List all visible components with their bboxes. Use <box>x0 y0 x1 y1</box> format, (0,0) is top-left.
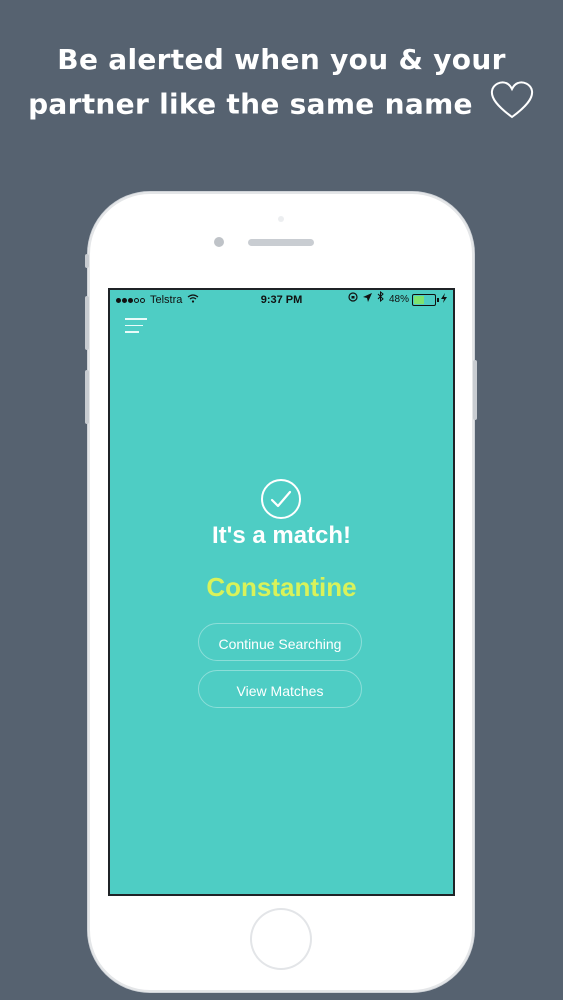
front-camera <box>214 237 224 247</box>
home-button[interactable] <box>250 908 312 970</box>
menu-icon[interactable] <box>125 318 149 338</box>
battery-percent: 48% <box>388 294 409 305</box>
matched-name: Constantine <box>206 572 357 602</box>
volume-up-button <box>85 296 89 350</box>
sensor <box>278 216 284 222</box>
headline-line-1: Be alerted when you & your <box>57 43 506 76</box>
bluetooth-icon <box>377 290 384 310</box>
check-circle-icon <box>260 478 302 525</box>
location-arrow-icon <box>362 290 372 310</box>
volume-down-button <box>85 370 89 424</box>
charging-icon <box>441 290 447 310</box>
side-button <box>85 254 89 268</box>
match-title: It's a match! <box>211 522 352 549</box>
view-matches-button[interactable]: View Matches <box>198 670 362 708</box>
heart-icon <box>489 80 535 131</box>
status-bar: Telstra 9:37 PM 48% <box>110 290 453 310</box>
continue-searching-button[interactable]: Continue Searching <box>198 623 362 661</box>
headline-line-2: partner like the same name <box>28 87 473 121</box>
promo-headline: Be alerted when you & your partner like … <box>0 40 563 131</box>
battery-icon <box>412 294 436 306</box>
app-screen: Telstra 9:37 PM 48% It's a match! Consta… <box>108 288 455 896</box>
power-button <box>473 360 477 420</box>
phone-frame: Telstra 9:37 PM 48% It's a match! Consta… <box>85 192 477 992</box>
lock-rotation-icon <box>348 290 358 310</box>
earpiece-speaker <box>248 239 314 246</box>
battery-cap <box>437 298 439 302</box>
